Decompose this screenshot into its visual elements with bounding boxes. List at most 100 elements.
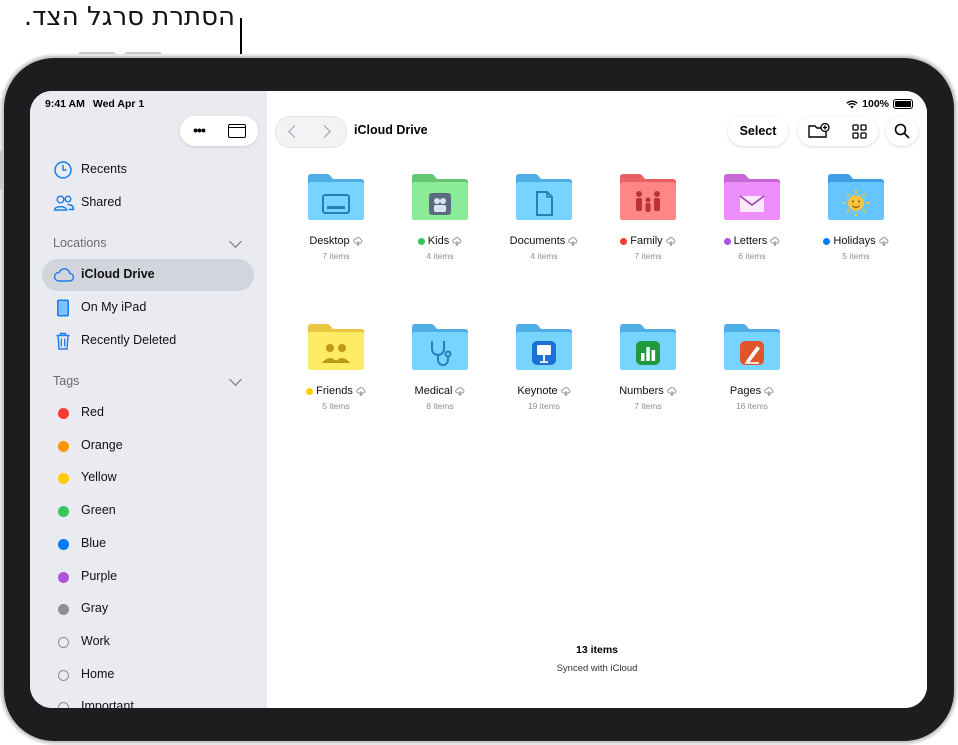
folder-holidays[interactable]: Holidays 5 items: [804, 173, 908, 273]
grid-view-icon[interactable]: [852, 124, 867, 139]
folder-friends[interactable]: Friends 5 items: [284, 323, 388, 423]
folder-item-count: 4 items: [530, 251, 558, 261]
tag-color-dot: [58, 604, 69, 616]
folder-name: Letters: [700, 235, 804, 247]
battery-icon: [893, 99, 913, 109]
tags-header[interactable]: Tags: [53, 374, 79, 388]
folder-name: Medical: [388, 385, 492, 397]
more-icon[interactable]: •••: [188, 122, 210, 140]
sidebar-toggle-icon[interactable]: [228, 124, 246, 138]
sidebar-item-recently-deleted[interactable]: Recently Deleted: [42, 325, 254, 357]
folder-name-text: Documents: [509, 235, 566, 247]
sidebar-item-shared[interactable]: Shared: [42, 187, 254, 219]
folder-name: Pages: [700, 385, 804, 397]
folder-icon: [516, 174, 572, 220]
forward-chevron-icon[interactable]: [318, 125, 331, 138]
folder-family[interactable]: Family 7 items: [596, 173, 700, 273]
icloud-download-icon: [352, 236, 363, 246]
folder-kids[interactable]: Kids 4 items: [388, 173, 492, 273]
folder-documents[interactable]: Documents 4 items: [492, 173, 596, 273]
folder-item-count: 5 items: [842, 251, 870, 261]
cloud-icon: [53, 265, 75, 285]
icloud-download-icon: [770, 236, 780, 246]
tag-color-dot: [58, 408, 69, 419]
side-button: [0, 150, 4, 190]
folder-name-text: Medical: [414, 385, 453, 397]
chevron-down-icon[interactable]: [229, 373, 242, 386]
folder-numbers[interactable]: Numbers 7 items: [596, 323, 700, 423]
folder-item-count: 6 items: [738, 251, 766, 261]
tag-color-dot: [58, 440, 69, 452]
folder-name: Family: [596, 235, 700, 247]
folder-item-count: 16 items: [735, 401, 769, 411]
sidebar-tag-important[interactable]: Important: [42, 691, 254, 708]
callout-annotation: הסתרת סרגל הצד.: [23, 2, 235, 32]
folder-name-text: Numbers: [619, 385, 664, 397]
folder-letters[interactable]: Letters 6 items: [700, 173, 804, 273]
folder-icon: [308, 324, 364, 370]
back-chevron-icon[interactable]: [288, 125, 301, 138]
folder-item-count: 7 items: [634, 251, 662, 261]
icloud-download-icon: [665, 236, 676, 246]
folder-name-text: Friends: [316, 385, 353, 397]
select-button[interactable]: Select: [728, 116, 788, 146]
sidebar-item-label: iCloud Drive: [81, 267, 155, 281]
battery-percent: 100%: [862, 98, 889, 110]
tag-label: Red: [81, 405, 104, 419]
folder-tag-dot: [306, 387, 314, 395]
sidebar-controls: •••: [180, 116, 258, 146]
main-content: 100% iCloud Drive Select Desktop 7 items…: [267, 91, 927, 708]
sidebar-tag-purple[interactable]: Purple: [42, 561, 254, 593]
icloud-download-icon: [764, 386, 774, 396]
new-folder-icon[interactable]: [808, 123, 830, 139]
sidebar-item-recents[interactable]: Recents: [42, 154, 254, 186]
folder-pages[interactable]: Pages 16 items: [700, 323, 804, 423]
folder-name-text: Letters: [733, 235, 768, 247]
status-time: 9:41 AM Wed Apr 1: [45, 98, 144, 110]
folder-name: Desktop: [284, 235, 388, 247]
folder-icon: [308, 174, 364, 220]
sidebar-item-label: Recently Deleted: [81, 333, 177, 347]
folder-name-text: Holidays: [833, 235, 876, 247]
folder-name: Kids: [388, 235, 492, 247]
folder-name-text: Desktop: [309, 235, 350, 247]
tag-label: Purple: [81, 568, 118, 583]
folder-name: Documents: [492, 235, 596, 247]
icloud-download-icon: [455, 386, 465, 396]
tag-label: Green: [81, 503, 116, 518]
people-icon: [53, 193, 75, 213]
folder-icon: [412, 174, 468, 220]
sidebar-tag-work[interactable]: Work: [42, 626, 254, 658]
sidebar-tag-home[interactable]: Home: [42, 659, 254, 691]
sidebar-tag-gray[interactable]: Gray: [42, 593, 254, 625]
search-button[interactable]: [886, 116, 918, 146]
status-date: Wed Apr 1: [92, 98, 145, 110]
sync-status: Synced with iCloud: [556, 663, 638, 674]
folder-name: Friends: [284, 385, 388, 397]
ipad-icon: [53, 298, 73, 318]
sidebar-tag-yellow[interactable]: Yellow: [42, 462, 254, 494]
folder-medical[interactable]: Medical 8 items: [388, 323, 492, 423]
folder-icon: [724, 174, 780, 220]
icloud-download-icon: [452, 236, 462, 246]
sidebar-tag-red[interactable]: Red: [42, 397, 254, 429]
sidebar-tag-blue[interactable]: Blue: [42, 528, 254, 560]
sidebar-tag-orange[interactable]: Orange: [42, 430, 254, 462]
folder-desktop[interactable]: Desktop 7 items: [284, 173, 388, 273]
sidebar-item-on-my-ipad[interactable]: On My iPad: [42, 292, 254, 324]
tag-color-dot: [58, 538, 69, 550]
ipad-screen: 9:41 AM Wed Apr 1 ••• Recents Shared Locati…: [30, 91, 927, 708]
sidebar-tag-green[interactable]: Green: [42, 495, 254, 527]
chevron-down-icon[interactable]: [229, 235, 242, 248]
folder-icon: [724, 324, 780, 370]
tag-color-dot: [58, 669, 69, 681]
folder-name-text: Kids: [427, 235, 450, 247]
tag-color-dot: [58, 506, 69, 518]
sidebar-item-icloud-drive[interactable]: iCloud Drive: [42, 259, 254, 291]
locations-header[interactable]: Locations: [53, 236, 107, 250]
sidebar-item-label: Shared: [81, 195, 122, 209]
item-count: 13 items: [575, 644, 619, 656]
folder-keynote[interactable]: Keynote 19 items: [492, 323, 596, 423]
folder-tag-dot: [620, 237, 628, 245]
folder-name-text: Keynote: [517, 385, 558, 397]
